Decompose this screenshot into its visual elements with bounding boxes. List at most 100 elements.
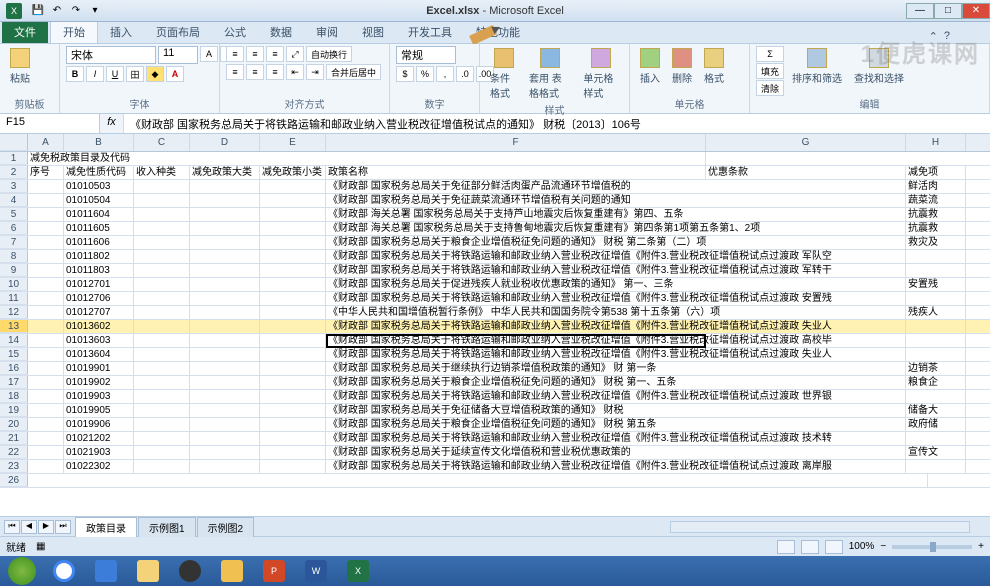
worksheet[interactable]: A B C D E F G H 1减免税政策目录及代码2序号减免性质代码收入种类… — [0, 134, 990, 516]
align-bot-icon[interactable]: ≡ — [266, 46, 284, 62]
cell[interactable]: 01011605 — [64, 222, 134, 235]
paste-button[interactable]: 粘贴 — [6, 46, 34, 87]
cell[interactable] — [134, 418, 190, 431]
cell[interactable]: 《财政部 国家税务总局关于将铁路运输和邮政业纳入营业税改征增值《附件3.营业税改… — [326, 292, 906, 305]
indent-dec-icon[interactable]: ⇤ — [286, 64, 304, 80]
qat-more-icon[interactable]: ▾ — [87, 3, 103, 19]
sheet-nav-last-icon[interactable]: ⏭ — [55, 520, 71, 534]
cell[interactable]: 鲜活肉 — [906, 180, 966, 193]
cell[interactable] — [134, 404, 190, 417]
cell[interactable] — [260, 306, 326, 319]
cell[interactable]: 蔬菜流 — [906, 194, 966, 207]
row-header[interactable]: 14 — [0, 334, 28, 347]
cell[interactable]: 《财政部 国家税务总局关于将铁路运输和邮政业纳入营业税改征增值《附件3.营业税改… — [326, 348, 906, 361]
cell[interactable] — [134, 180, 190, 193]
task-word[interactable]: W — [296, 558, 336, 584]
cell[interactable]: 减免政策大类 — [190, 166, 260, 179]
align-top-icon[interactable]: ≡ — [226, 46, 244, 62]
percent-icon[interactable]: % — [416, 66, 434, 82]
cell[interactable]: 01022302 — [64, 460, 134, 473]
cell[interactable]: 01021903 — [64, 446, 134, 459]
cell[interactable] — [260, 292, 326, 305]
cell[interactable] — [190, 390, 260, 403]
row-header[interactable]: 21 — [0, 432, 28, 445]
col-header-G[interactable]: G — [706, 134, 906, 151]
cell[interactable]: 《财政部 国家税务总局关于粮食企业增值税征免问题的通知》 财税 第二条第（二）项 — [326, 236, 906, 249]
cell[interactable] — [190, 376, 260, 389]
cell[interactable]: 01011802 — [64, 250, 134, 263]
task-qq[interactable] — [170, 558, 210, 584]
cell[interactable]: 抗震救 — [906, 208, 966, 221]
row-header[interactable]: 3 — [0, 180, 28, 193]
cell[interactable]: 《财政部 海关总署 国家税务总局关于支持芦山地震灾后恢复重建有》第四、五条 — [326, 208, 906, 221]
cell[interactable] — [28, 348, 64, 361]
row-header[interactable]: 22 — [0, 446, 28, 459]
cell[interactable]: 《财政部 国家税务总局关于将铁路运输和邮政业纳入营业税改征增值《附件3.营业税改… — [326, 320, 906, 333]
task-folder[interactable] — [212, 558, 252, 584]
cell[interactable]: 《财政部 国家税务总局关于将铁路运输和邮政业纳入营业税改征增值《附件3.营业税改… — [326, 460, 906, 473]
start-button[interactable] — [8, 557, 36, 585]
inc-dec-icon[interactable]: .0 — [456, 66, 474, 82]
cell[interactable] — [134, 292, 190, 305]
cell[interactable] — [28, 390, 64, 403]
cell[interactable] — [190, 348, 260, 361]
cell[interactable]: 《财政部 海关总署 国家税务总局关于支持鲁甸地震灾后恢复重建有》第四条第1项第五… — [326, 222, 906, 235]
tab-insert[interactable]: 插入 — [98, 21, 144, 43]
zoom-slider[interactable] — [892, 545, 972, 549]
fx-icon[interactable]: fx — [100, 114, 124, 133]
view-layout-icon[interactable] — [801, 540, 819, 554]
align-right-icon[interactable]: ≡ — [266, 64, 284, 80]
border-button[interactable]: 田 — [126, 66, 144, 82]
number-format-select[interactable]: 常规 — [396, 46, 456, 64]
view-break-icon[interactable] — [825, 540, 843, 554]
cell[interactable] — [28, 236, 64, 249]
font-size-select[interactable]: 11 — [158, 46, 198, 64]
cell[interactable] — [260, 348, 326, 361]
cell[interactable] — [134, 236, 190, 249]
cell[interactable] — [28, 334, 64, 347]
cell[interactable] — [260, 404, 326, 417]
task-chrome[interactable] — [44, 558, 84, 584]
currency-icon[interactable]: $ — [396, 66, 414, 82]
sheet-nav-next-icon[interactable]: ▶ — [38, 520, 54, 534]
cell[interactable] — [260, 432, 326, 445]
cell[interactable]: 宣传文 — [906, 446, 966, 459]
cell[interactable]: 粮食企 — [906, 376, 966, 389]
fill-color-button[interactable]: ◆ — [146, 66, 164, 82]
cell[interactable]: 《财政部 国家税务总局关于将铁路运输和邮政业纳入营业税改征增值《附件3.营业税改… — [326, 432, 906, 445]
cell[interactable] — [190, 460, 260, 473]
cell[interactable]: 01013602 — [64, 320, 134, 333]
cell[interactable]: 《财政部 国家税务总局关于将铁路运输和邮政业纳入营业税改征增值《附件3.营业税改… — [326, 264, 906, 277]
fill-button[interactable]: 填充 — [756, 63, 784, 79]
cell[interactable]: 《财政部 国家税务总局关于将铁路运输和邮政业纳入营业税改征增值《附件3.营业税改… — [326, 390, 906, 403]
cell[interactable] — [28, 264, 64, 277]
cell[interactable]: 政府储 — [906, 418, 966, 431]
cell[interactable] — [906, 432, 966, 445]
task-excel[interactable]: X — [338, 558, 378, 584]
select-all-corner[interactable] — [0, 134, 28, 151]
cell[interactable] — [28, 474, 928, 487]
align-mid-icon[interactable]: ≡ — [246, 46, 264, 62]
cell[interactable]: 安置残 — [906, 278, 966, 291]
maximize-button[interactable]: □ — [934, 3, 962, 19]
tab-developer[interactable]: 开发工具 — [396, 21, 464, 43]
cell[interactable] — [190, 264, 260, 277]
italic-button[interactable]: I — [86, 66, 104, 82]
align-center-icon[interactable]: ≡ — [246, 64, 264, 80]
cell[interactable]: 减免性质代码 — [64, 166, 134, 179]
row-header[interactable]: 15 — [0, 348, 28, 361]
name-box[interactable]: F15 — [0, 114, 100, 133]
cell[interactable]: 《财政部 国家税务总局关于将铁路运输和邮政业纳入营业税改征增值《附件3.营业税改… — [326, 250, 906, 263]
cell[interactable] — [260, 208, 326, 221]
cell[interactable] — [28, 362, 64, 375]
cell-style-button[interactable]: 单元格 样式 — [579, 46, 623, 102]
tab-file[interactable]: 文件 — [2, 21, 48, 43]
cell[interactable]: 减免项 — [906, 166, 966, 179]
row-header[interactable]: 19 — [0, 404, 28, 417]
cell[interactable]: 01012706 — [64, 292, 134, 305]
tab-home[interactable]: 开始 — [50, 20, 98, 43]
row-header[interactable]: 6 — [0, 222, 28, 235]
cell[interactable] — [260, 180, 326, 193]
close-button[interactable]: ✕ — [962, 3, 990, 19]
cell[interactable] — [260, 264, 326, 277]
